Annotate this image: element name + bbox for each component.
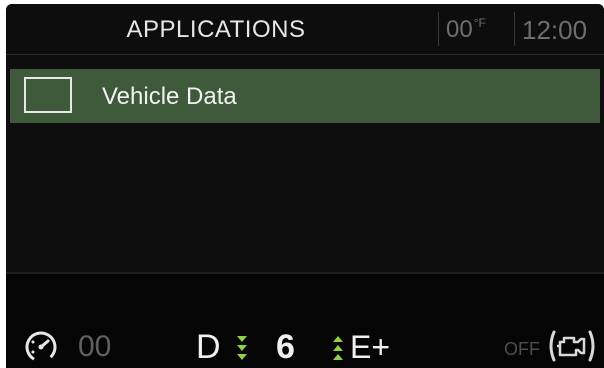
header-divider	[514, 12, 515, 46]
header-bar: APPLICATIONS 00°F 12:00	[6, 4, 604, 55]
gear-number: 6	[276, 328, 295, 366]
list-item-vehicle-data[interactable]: Vehicle Data	[10, 69, 600, 123]
shift-up-arrows-icon	[333, 336, 343, 360]
gear-mode: D	[196, 328, 221, 366]
empty-area	[6, 274, 604, 320]
temperature-unit: °F	[473, 16, 486, 30]
drive-mode: E+	[350, 329, 391, 365]
speed-readout: 00	[78, 330, 112, 363]
display-panel: APPLICATIONS 00°F 12:00 Vehicle Data 00	[6, 4, 604, 368]
shift-down-arrows-icon	[237, 336, 247, 360]
outside-temperature: 00°F	[446, 4, 486, 54]
temperature-value: 00	[446, 16, 473, 43]
check-engine-icon	[549, 330, 595, 362]
page-title: APPLICATIONS	[126, 16, 306, 43]
header-divider	[438, 12, 439, 46]
engine-state: OFF	[504, 339, 540, 359]
list-item-label: Vehicle Data	[102, 83, 237, 110]
speedometer-icon	[25, 331, 57, 363]
applications-list: Vehicle Data	[6, 55, 604, 273]
screen: APPLICATIONS 00°F 12:00 Vehicle Data 00	[0, 0, 604, 368]
clock: 12:00	[522, 15, 588, 45]
status-bar: 00 D 6 E+ OFF	[6, 320, 604, 368]
app-square-icon	[24, 77, 72, 113]
